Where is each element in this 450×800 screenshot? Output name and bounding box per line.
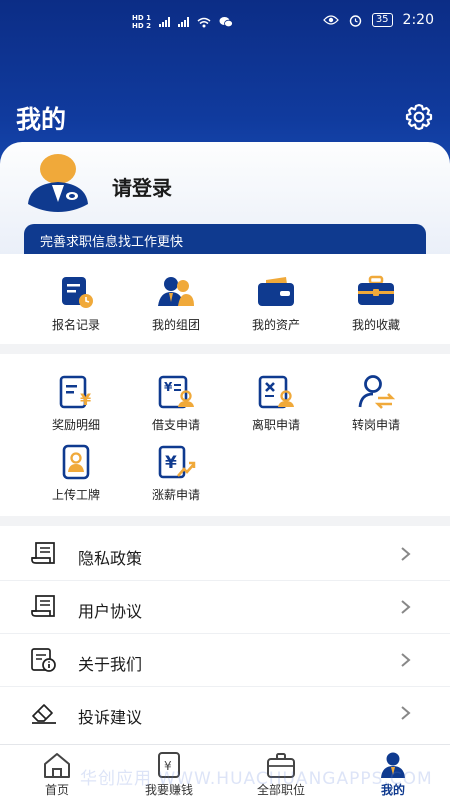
service-item-transfer-apply[interactable]: 转岗申请	[326, 374, 426, 433]
chevron-right-icon	[401, 547, 411, 561]
quick-item-label: 我的组团	[151, 318, 200, 332]
signal-2-icon	[177, 17, 189, 27]
service-item-label: 涨薪申请	[151, 488, 200, 502]
service-item-advance-apply[interactable]: ¥ 借支申请	[126, 374, 226, 433]
service-item-raise-apply[interactable]: ¥ 涨薪申请	[126, 444, 226, 503]
sim-indicator: HD 1 HD 2	[132, 14, 151, 30]
raise-apply-icon: ¥	[158, 445, 196, 479]
wechat-icon	[219, 17, 233, 28]
service-item-reward-detail[interactable]: ¥ 奖励明细	[26, 374, 126, 433]
menu-item-about-us[interactable]: 关于我们	[0, 634, 450, 687]
resign-apply-icon	[258, 375, 294, 409]
signal-1-icon	[158, 17, 170, 27]
agreement-doc-icon	[31, 595, 55, 617]
service-grid: ¥ 奖励明细 ¥ 借支申请 离职申请 转岗申请 上传工牌 ¥ 涨薪申请	[0, 354, 450, 516]
service-item-label: 离职申请	[251, 418, 300, 432]
menu-item-label: 隐私政策	[78, 549, 143, 568]
service-item-resign-apply[interactable]: 离职申请	[226, 374, 326, 433]
settings-gear-icon[interactable]	[404, 102, 434, 132]
quick-item-favorites[interactable]: 我的收藏	[326, 274, 426, 333]
status-time: 2:20	[402, 12, 434, 28]
alarm-icon	[349, 14, 362, 27]
status-bar: HD 1 HD 2 35 2:20	[0, 0, 450, 42]
menu-item-feedback[interactable]: 投诉建议	[0, 687, 450, 740]
advance-apply-icon: ¥	[158, 375, 194, 409]
quick-item-label: 我的资产	[251, 318, 300, 332]
watermark: 华创应用 WWW.HUACHUANGAPPS.COM	[80, 769, 433, 789]
chevron-right-icon	[401, 653, 411, 667]
quick-item-label: 我的收藏	[351, 318, 400, 332]
profile-tip-banner[interactable]: 完善求职信息找工作更快	[24, 224, 426, 254]
eye-icon	[322, 15, 339, 25]
menu-item-label: 关于我们	[78, 655, 143, 674]
chevron-right-icon	[401, 600, 411, 614]
about-info-icon	[31, 648, 56, 672]
battery-indicator: 35	[371, 13, 393, 27]
service-item-label: 转岗申请	[351, 418, 400, 432]
home-icon	[44, 753, 70, 778]
service-item-label: 上传工牌	[51, 488, 100, 502]
service-item-upload-badge[interactable]: 上传工牌	[26, 444, 126, 503]
svg-text:¥: ¥	[165, 453, 177, 473]
quick-item-assets[interactable]: 我的资产	[226, 274, 326, 333]
transfer-apply-icon	[358, 375, 396, 409]
menu-item-privacy-policy[interactable]: 隐私政策	[0, 528, 450, 581]
quick-actions-grid: 报名记录 我的组团 我的资产 我的收藏	[0, 254, 450, 344]
svg-text:¥: ¥	[164, 380, 173, 394]
login-prompt[interactable]: 请登录	[112, 172, 172, 201]
quick-item-group[interactable]: 我的组团	[126, 274, 226, 333]
wallet-icon	[258, 277, 294, 306]
feedback-eraser-icon	[32, 704, 56, 724]
service-item-label: 借支申请	[151, 418, 200, 432]
avatar-icon[interactable]	[24, 152, 92, 212]
chevron-right-icon	[401, 706, 411, 720]
service-item-label: 奖励明细	[51, 418, 100, 432]
quick-item-label: 报名记录	[51, 318, 100, 332]
svg-text:¥: ¥	[80, 390, 91, 409]
signup-record-icon	[62, 277, 93, 308]
privacy-doc-icon	[31, 542, 55, 564]
group-icon	[158, 277, 194, 306]
page-title: 我的	[16, 105, 67, 134]
wifi-icon	[197, 17, 211, 27]
upload-badge-icon	[62, 444, 90, 480]
menu-item-label: 用户协议	[78, 602, 143, 621]
briefcase-icon	[358, 275, 394, 305]
reward-detail-icon: ¥	[59, 375, 91, 409]
quick-item-signup-record[interactable]: 报名记录	[26, 274, 126, 333]
menu-item-label: 投诉建议	[78, 708, 143, 727]
menu-item-user-agreement[interactable]: 用户协议	[0, 581, 450, 634]
settings-menu-list: 隐私政策 用户协议 关于我们 投诉建议	[0, 526, 450, 744]
